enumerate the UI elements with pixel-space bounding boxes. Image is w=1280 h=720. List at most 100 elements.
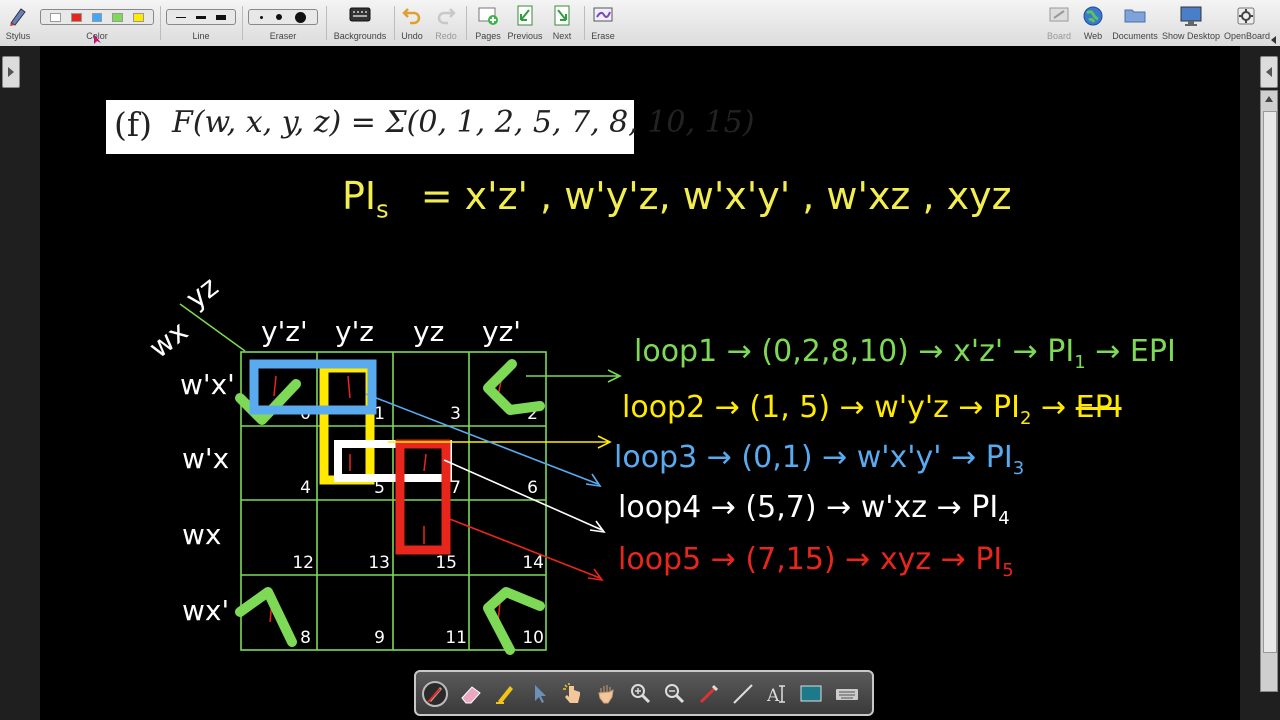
interact-tool-button[interactable] <box>560 681 586 707</box>
zoom-in-button[interactable] <box>628 681 654 707</box>
board-button[interactable]: Board <box>1044 2 1074 44</box>
pen-tool-button[interactable] <box>422 681 448 707</box>
eraser-medium[interactable] <box>275 14 282 20</box>
color-swatch-red[interactable] <box>70 12 82 22</box>
kmap-cell-number: 10 <box>522 628 544 648</box>
selector-tool-button[interactable] <box>526 681 552 707</box>
laser-pointer-button[interactable] <box>696 681 722 707</box>
line-thin[interactable] <box>176 16 186 18</box>
highlighter-icon <box>496 686 513 704</box>
kmap-drawing: wx yz y'z' y'z yz yz' w'x' w'x wx wx' 0 … <box>143 270 622 655</box>
color-swatch-yellow[interactable] <box>133 12 144 22</box>
kmap-corner-rows: wx <box>143 314 194 364</box>
erase-button[interactable]: Erase <box>588 2 618 44</box>
eraser-small[interactable] <box>259 15 263 19</box>
kmap-row-header: w'x' <box>180 368 235 401</box>
kmap-cell-number: 6 <box>527 478 538 498</box>
floating-toolbar: A <box>414 670 874 716</box>
openboard-menu-button[interactable]: OpenBoard <box>1224 2 1270 44</box>
loop2-rect <box>319 363 375 485</box>
vertical-scrollbar[interactable] <box>1260 90 1278 692</box>
loop4-name: loop4 <box>618 490 702 525</box>
loop2-pi-sub: 2 <box>1019 408 1032 429</box>
loop5-rect <box>395 439 451 555</box>
kmap-cell-number: 8 <box>300 628 311 648</box>
line-width-selector <box>166 9 236 25</box>
pages-button[interactable]: Pages <box>472 2 504 44</box>
web-button[interactable]: Web <box>1078 2 1108 44</box>
whiteboard-canvas[interactable]: (f) F(w, x, y, z) = Σ(0, 1, 2, 5, 7, 8, … <box>40 46 1240 720</box>
text-tool-button[interactable]: A <box>764 681 790 707</box>
kmap-col-header: y'z' <box>261 315 308 348</box>
eraser-large[interactable] <box>295 11 307 23</box>
show-desktop-button[interactable]: Show Desktop <box>1162 2 1220 44</box>
backgrounds-icon <box>349 7 371 22</box>
loop2-expr: w'y'z <box>874 390 949 425</box>
loop3-pi: PI <box>985 440 1013 475</box>
loop3-name: loop3 <box>614 440 698 475</box>
line-icon <box>733 684 753 704</box>
undo-icon <box>402 8 421 25</box>
color-group: Color <box>40 2 154 44</box>
erase-page-icon <box>593 7 613 22</box>
loop1-pi: PI <box>1047 334 1075 369</box>
documents-button[interactable]: Documents <box>1112 2 1158 44</box>
toolbar-separator <box>584 6 585 40</box>
loop4-terms: (5,7) <box>745 490 817 525</box>
virtual-keyboard-button[interactable] <box>834 681 860 707</box>
capture-tool-button[interactable] <box>798 681 824 707</box>
eraser-tool-button[interactable] <box>458 681 484 707</box>
svg-text:A: A <box>766 686 780 706</box>
loop2-terms: (1, 5) <box>749 390 831 425</box>
stylus-button[interactable]: Stylus <box>2 2 34 44</box>
redo-icon <box>437 8 456 25</box>
color-swatch-green[interactable] <box>112 12 124 22</box>
undo-button[interactable]: Undo <box>398 2 426 44</box>
loop2-name: loop2 <box>622 390 706 425</box>
loop1-terms: (0,2,8,10) <box>761 334 909 369</box>
left-panel-toggle[interactable] <box>2 56 20 88</box>
scrollbar-thumb[interactable] <box>1263 111 1277 653</box>
mouse-cursor-icon <box>94 34 101 44</box>
right-panel-toggle[interactable] <box>1260 56 1278 88</box>
kmap-cell-number: 15 <box>435 553 457 573</box>
color-swatch-blue[interactable] <box>91 12 103 22</box>
arrow-cursor-icon <box>535 685 546 703</box>
line-medium[interactable] <box>196 15 206 19</box>
color-swatch-white[interactable] <box>50 12 61 22</box>
hand-tool-button[interactable] <box>594 681 620 707</box>
loop3-line: loop3 → (0,1) → w'x'y' → PI3 <box>614 440 1025 479</box>
next-button[interactable]: Next <box>546 2 578 44</box>
loop3-pi-sub: 3 <box>1012 458 1025 479</box>
loop2-pi: PI <box>993 390 1020 425</box>
top-toolbar: Stylus Color Line Eraser Backgrounds Und… <box>0 0 1280 47</box>
pointing-hand-icon <box>563 683 580 703</box>
loop5-expr: xyz <box>879 542 932 577</box>
eraser-size-selector <box>248 9 318 25</box>
eraser-group: Eraser <box>248 2 318 44</box>
marker-tool-button[interactable] <box>492 681 518 707</box>
toolbar-separator <box>466 6 467 40</box>
backgrounds-button[interactable]: Backgrounds <box>332 2 388 44</box>
loop5-terms: (7,15) <box>745 542 836 577</box>
keyboard-icon <box>836 689 858 700</box>
next-page-icon <box>554 5 570 26</box>
kmap-cell-number: 9 <box>374 628 385 648</box>
zoom-out-button[interactable] <box>662 681 688 707</box>
loop1-expr: x'z' <box>953 334 1004 369</box>
previous-button[interactable]: Previous <box>506 2 544 44</box>
toolbar-separator <box>160 6 161 40</box>
zoom-out-icon <box>665 684 685 704</box>
loop4-expr: w'xz <box>860 490 928 525</box>
redo-button[interactable]: Redo <box>432 2 460 44</box>
kmap-cell-number: 14 <box>522 553 544 573</box>
hand-icon <box>598 685 614 704</box>
pen-icon <box>427 687 442 703</box>
loop3-expr: w'x'y' <box>856 440 942 475</box>
loop5-name: loop5 <box>618 542 702 577</box>
expand-arrow-icon[interactable] <box>1270 30 1278 44</box>
line-thick[interactable] <box>216 14 226 20</box>
line-tool-button[interactable] <box>730 681 756 707</box>
gear-icon <box>1237 7 1255 25</box>
toolbar-separator <box>394 6 395 40</box>
